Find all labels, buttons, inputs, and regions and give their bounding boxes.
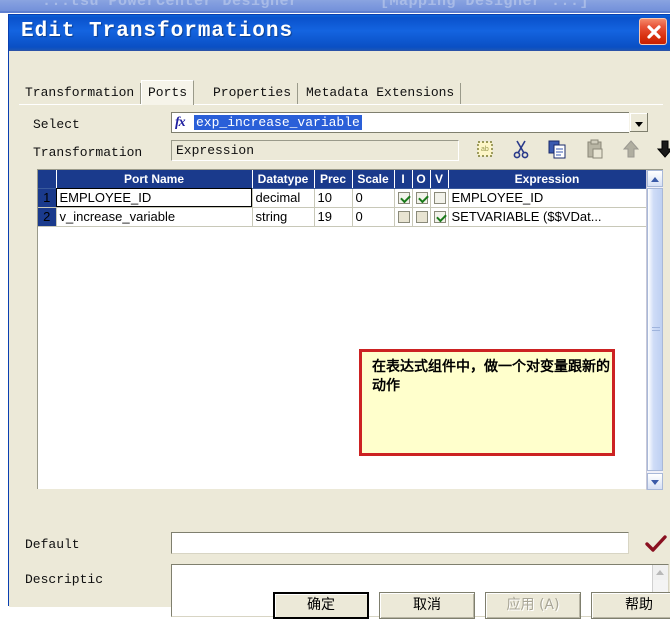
cell-expression[interactable]: EMPLOYEE_ID — [448, 188, 647, 208]
ports-tab-page: Select fx exp_increase_variable Transfor… — [19, 104, 670, 539]
col-scale[interactable]: Scale — [352, 170, 395, 189]
cell-variable[interactable] — [430, 207, 449, 227]
tab-strip: Transformation Ports Properties Metadata… — [19, 80, 659, 105]
annotation-note: 在表达式组件中，做一个对变量跟新的动作 — [359, 349, 615, 456]
tab-properties[interactable]: Properties — [207, 83, 299, 104]
scroll-up-icon[interactable] — [647, 170, 663, 187]
col-variable[interactable]: V — [430, 170, 449, 189]
chevron-down-icon[interactable] — [629, 112, 649, 133]
table-row[interactable]: 1 EMPLOYEE_ID decimal 10 0 EMPLOYEE_ID — [38, 188, 647, 208]
output-checkbox[interactable] — [415, 211, 428, 224]
col-expression[interactable]: Expression — [448, 170, 647, 189]
input-checkbox[interactable] — [397, 211, 410, 224]
dialog-title: Edit Transformations — [21, 20, 294, 43]
default-input[interactable] — [171, 532, 629, 554]
cell-datatype[interactable]: decimal — [252, 188, 315, 208]
fx-icon: fx — [175, 115, 186, 130]
cell-variable[interactable] — [430, 188, 449, 208]
desc-scroll-up-icon[interactable] — [653, 565, 668, 580]
cell-input[interactable] — [394, 207, 413, 227]
dialog-body: Transformation Ports Properties Metadata… — [9, 51, 670, 619]
cell-port-name[interactable]: v_increase_variable — [56, 207, 253, 227]
move-up-icon — [620, 138, 642, 160]
cell-port-name[interactable]: EMPLOYEE_ID — [56, 188, 253, 208]
ports-toolbar: ab — [474, 138, 670, 162]
annotation-note-text: 在表达式组件中，做一个对变量跟新的动作 — [372, 359, 610, 394]
col-port-name[interactable]: Port Name — [56, 170, 253, 189]
col-input[interactable]: I — [394, 170, 413, 189]
paste-icon — [584, 138, 606, 160]
select-value: exp_increase_variable — [194, 115, 362, 130]
scrollbar-thumb[interactable] — [647, 188, 663, 471]
dialog-title-bar: Edit Transformations — [9, 15, 670, 51]
tab-ports[interactable]: Ports — [141, 80, 195, 105]
select-label: Select — [33, 117, 80, 132]
svg-text:ab: ab — [481, 146, 489, 153]
scroll-down-icon[interactable] — [647, 473, 663, 490]
select-combobox[interactable]: fx exp_increase_variable — [171, 112, 649, 133]
cell-scale[interactable]: 0 — [352, 188, 395, 208]
dialog-button-bar: 确定 取消 应用 (A) 帮助 — [9, 591, 670, 643]
close-button[interactable] — [639, 18, 667, 45]
edit-transformations-dialog: Edit Transformations Transformation Port… — [8, 14, 670, 619]
col-datatype[interactable]: Datatype — [252, 170, 315, 189]
variable-checkbox[interactable] — [433, 211, 446, 224]
variable-checkbox[interactable] — [433, 192, 446, 205]
default-label: Default — [25, 537, 80, 552]
col-output[interactable]: O — [412, 170, 431, 189]
row-number[interactable]: 1 — [38, 188, 57, 208]
scrollbar-grip — [652, 326, 660, 333]
output-checkbox[interactable] — [415, 192, 428, 205]
tab-metadata-extensions[interactable]: Metadata Extensions — [300, 83, 462, 104]
cell-prec[interactable]: 19 — [314, 207, 353, 227]
cell-expression[interactable]: SETVARIABLE ($$VDat... — [448, 207, 647, 227]
tab-transformation[interactable]: Transformation — [19, 83, 142, 104]
transformation-value: Expression — [176, 143, 255, 158]
cell-prec[interactable]: 10 — [314, 188, 353, 208]
cell-scale[interactable]: 0 — [352, 207, 395, 227]
new-port-icon[interactable]: ab — [474, 138, 496, 160]
description-label: Descriptic — [25, 572, 104, 587]
application-title-left: ...tsu PowerCenter Designer — [42, 0, 299, 10]
row-number[interactable]: 2 — [38, 207, 57, 227]
transformation-value-box: Expression — [171, 140, 459, 161]
input-checkbox[interactable] — [397, 192, 410, 205]
cell-output[interactable] — [412, 207, 431, 227]
move-down-icon[interactable] — [654, 138, 670, 160]
cell-input[interactable] — [394, 188, 413, 208]
cut-icon[interactable] — [510, 138, 532, 160]
table-header-row: Port Name Datatype Prec Scale I O V Expr… — [38, 170, 647, 189]
grid-vertical-scrollbar[interactable] — [646, 170, 663, 490]
col-prec[interactable]: Prec — [314, 170, 353, 189]
transformation-label: Transformation — [33, 145, 143, 160]
application-title-bar-edge — [0, 11, 670, 13]
cell-output[interactable] — [412, 188, 431, 208]
cell-datatype[interactable]: string — [252, 207, 315, 227]
checkmark-icon[interactable] — [643, 534, 669, 554]
table-row[interactable]: 2 v_increase_variable string 19 0 SETVAR… — [38, 207, 647, 227]
copy-icon[interactable] — [546, 138, 568, 160]
col-rownum[interactable] — [38, 170, 57, 189]
application-title-right: [Mapping Designer ...] — [380, 0, 590, 10]
ports-table: Port Name Datatype Prec Scale I O V Expr… — [38, 170, 647, 227]
